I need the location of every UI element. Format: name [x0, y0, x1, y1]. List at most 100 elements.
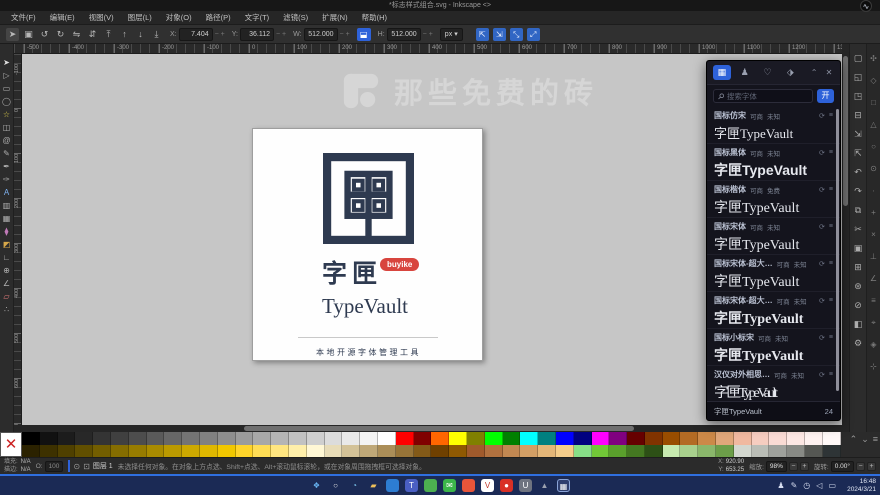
palette-swatch[interactable]	[217, 444, 236, 457]
font-more-icon[interactable]: ≡	[829, 223, 833, 230]
lock-ratio-button[interactable]: ⬓	[356, 27, 371, 41]
palette-swatch[interactable]	[627, 432, 645, 445]
palette-swatch[interactable]	[502, 444, 521, 457]
h-field[interactable]: H: 512.000 − +	[378, 27, 433, 41]
x-field[interactable]: X: 7.404 − +	[170, 27, 225, 41]
cut-icon[interactable]: ✂	[851, 221, 866, 240]
activate-all-button[interactable]: 开	[817, 89, 834, 103]
snap-page-icon[interactable]: ◈	[868, 336, 880, 358]
palette-swatch[interactable]	[591, 432, 610, 445]
zoom-in-button[interactable]: +	[799, 461, 809, 471]
palette-swatch[interactable]	[520, 444, 539, 457]
snap-bbox-edge-icon[interactable]: □	[868, 94, 880, 116]
palette-swatch[interactable]	[360, 444, 378, 457]
tray-volume-icon[interactable]: ◁	[816, 481, 822, 490]
activate-font-icon[interactable]: ⟳	[819, 297, 825, 305]
new-document-icon[interactable]: ▢	[851, 50, 866, 69]
palette-swatch[interactable]	[271, 444, 289, 457]
y-spinner[interactable]: − +	[276, 31, 286, 38]
activate-font-icon[interactable]: ⟳	[819, 149, 825, 157]
star-tool-icon[interactable]: ☆	[0, 108, 13, 121]
menu-text[interactable]: 文字(T)	[238, 11, 277, 25]
palette-swatch[interactable]	[573, 432, 592, 445]
rotate-cw-icon[interactable]: ↻	[54, 28, 67, 41]
palette-swatch[interactable]	[182, 432, 200, 445]
palette-swatch[interactable]	[253, 432, 272, 445]
tab-favorites[interactable]: ♡	[759, 65, 777, 80]
select-touch-icon[interactable]: ▣	[22, 28, 35, 41]
palette-swatch[interactable]	[609, 432, 628, 445]
snap-guide-icon[interactable]: ⌖	[868, 314, 880, 336]
palette-swatch[interactable]	[342, 444, 361, 457]
activate-font-icon[interactable]: ⟳	[819, 371, 825, 379]
ellipse-tool-icon[interactable]: ◯	[0, 95, 13, 108]
snap-bbox-corner-icon[interactable]: △	[868, 116, 880, 138]
palette-swatch[interactable]	[609, 444, 628, 457]
y-field[interactable]: Y: 36.112 − +	[232, 27, 286, 41]
palette-swatch[interactable]	[128, 444, 147, 457]
copy-icon[interactable]: ⧉	[851, 202, 866, 221]
palette-swatch[interactable]	[680, 432, 699, 445]
menu-extensions[interactable]: 扩展(N)	[315, 11, 354, 25]
snap-path-icon[interactable]: ⊙	[868, 160, 880, 182]
fill-stroke-icon[interactable]: ◧	[851, 316, 866, 335]
palette-swatch[interactable]	[271, 432, 289, 445]
save-document-icon[interactable]: ◳	[851, 88, 866, 107]
menu-layer[interactable]: 图层(L)	[121, 11, 159, 25]
no-color-swatch[interactable]: ✕	[0, 432, 22, 457]
palette-swatch[interactable]	[502, 432, 521, 445]
unit-dropdown[interactable]: px ▾	[439, 27, 463, 41]
palette-swatch[interactable]	[484, 432, 503, 445]
selector-tool-icon[interactable]: ➤	[0, 56, 13, 69]
duplicate-icon[interactable]: ⊞	[851, 259, 866, 278]
zoom-out-button[interactable]: −	[788, 461, 798, 471]
palette-swatch[interactable]	[484, 444, 503, 457]
palette-swatch[interactable]	[235, 432, 254, 445]
palette-swatch[interactable]	[787, 432, 806, 445]
palette-swatch[interactable]	[573, 444, 592, 457]
palette-scroll-down-icon[interactable]: ⌄	[861, 434, 869, 445]
y-input[interactable]: 36.112	[239, 27, 274, 41]
palette-swatch[interactable]	[698, 444, 717, 457]
palette-swatch[interactable]	[449, 444, 467, 457]
palette-swatch[interactable]	[466, 444, 485, 457]
connector-tool-icon[interactable]: ∟	[0, 251, 13, 264]
bucket-tool-icon[interactable]: ◩	[0, 238, 13, 251]
palette-swatch[interactable]	[555, 444, 574, 457]
scale-stroke-toggle[interactable]: ⇱	[475, 27, 489, 41]
palette-swatch[interactable]	[93, 444, 111, 457]
taskbar-explorer-button[interactable]: ▰	[367, 479, 380, 492]
tab-tags[interactable]: ⬗	[781, 65, 799, 80]
activate-font-icon[interactable]: ⟳	[819, 223, 825, 231]
snap-cusp-icon[interactable]: +	[868, 204, 880, 226]
font-search-input[interactable]: ⚲ 搜索字体	[713, 89, 813, 103]
panel-close-icon[interactable]: ✕	[824, 68, 834, 77]
zoom-tool-icon[interactable]: ⊕	[0, 264, 13, 277]
w-input[interactable]: 512.000	[303, 27, 338, 41]
lower-icon[interactable]: ↓	[134, 28, 147, 41]
palette-swatch[interactable]	[164, 432, 183, 445]
import-icon[interactable]: ⇲	[851, 126, 866, 145]
flip-horizontal-icon[interactable]: ⇋	[70, 28, 83, 41]
ungroup-icon[interactable]: ⊘	[851, 297, 866, 316]
palette-swatch[interactable]	[805, 432, 823, 445]
taskbar-clock[interactable]: 16:48 2024/3/21	[847, 478, 876, 494]
fill-stroke-indicator[interactable]: 填充: N/A 描边: N/A	[4, 458, 31, 474]
palette-swatch[interactable]	[716, 444, 734, 457]
palette-swatch[interactable]	[57, 432, 76, 445]
palette-swatch[interactable]	[395, 444, 414, 457]
rotate-ccw-icon[interactable]: ↺	[38, 28, 51, 41]
palette-swatch[interactable]	[644, 444, 663, 457]
activate-font-icon[interactable]: ⟳	[819, 186, 825, 194]
flip-vertical-icon[interactable]: ⇵	[86, 28, 99, 41]
snap-bbox-icon[interactable]: ◇	[868, 72, 880, 94]
palette-swatch[interactable]	[431, 444, 450, 457]
palette-swatch[interactable]	[822, 444, 841, 457]
palette-swatch[interactable]	[805, 444, 823, 457]
font-more-icon[interactable]: ≡	[829, 186, 833, 193]
palette-swatch[interactable]	[698, 432, 717, 445]
taskbar-wechat-button[interactable]: ✉	[443, 479, 456, 492]
taskbar-app-red-1[interactable]	[462, 479, 475, 492]
snap-smooth-icon[interactable]: ×	[868, 226, 880, 248]
palette-swatch[interactable]	[57, 444, 76, 457]
